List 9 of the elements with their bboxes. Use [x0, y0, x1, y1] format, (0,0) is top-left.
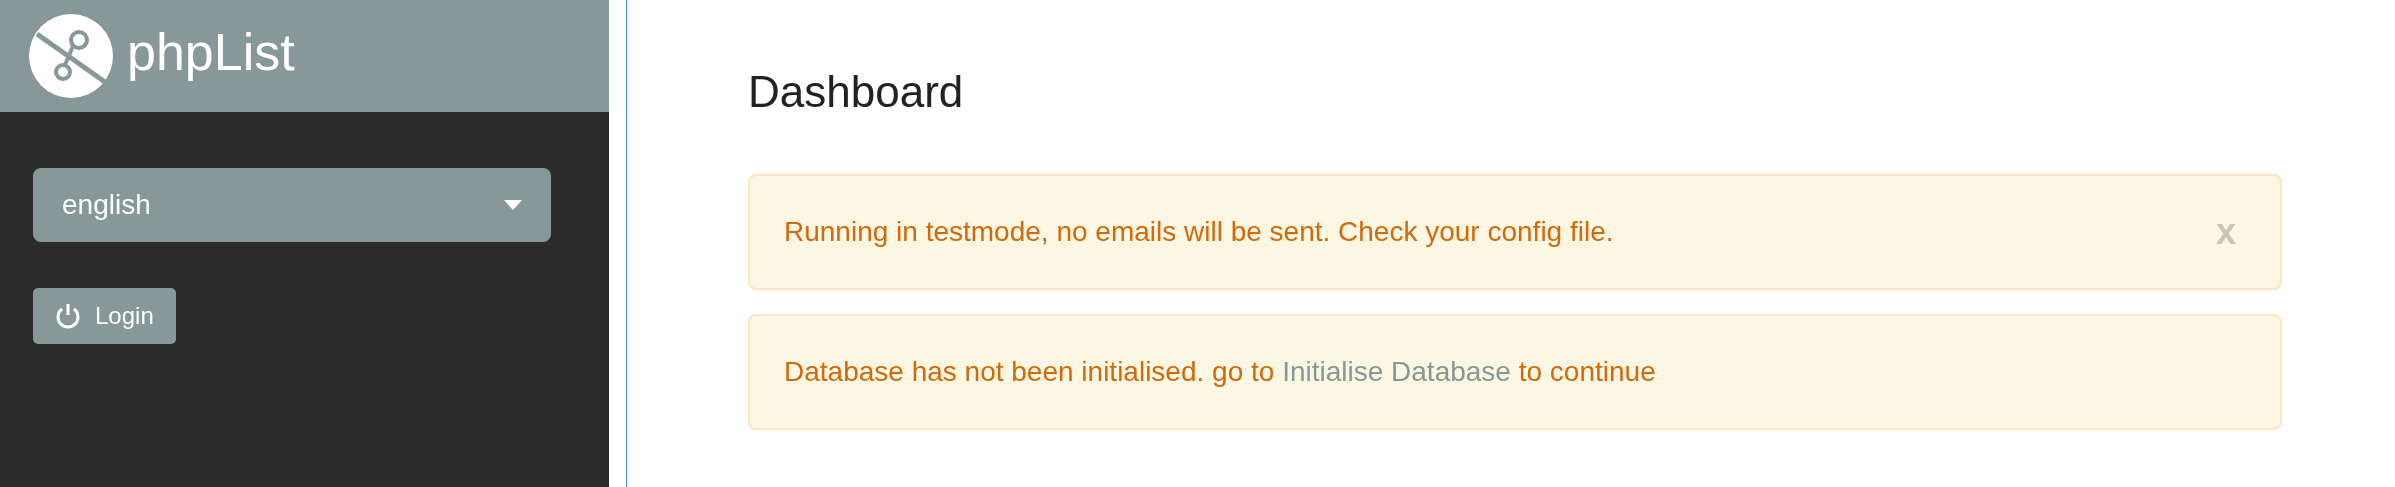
initialise-database-link[interactable]: Initialise Database: [1282, 356, 1511, 387]
page-title: Dashboard: [748, 70, 965, 114]
power-icon: [55, 303, 81, 329]
caret-icon: [504, 200, 522, 210]
logo-icon: [29, 14, 113, 98]
alert-message: Running in testmode, no emails will be sent. Check your config file.: [784, 215, 1614, 249]
language-select[interactable]: english: [33, 168, 551, 242]
login-button[interactable]: Login: [33, 288, 176, 344]
alert-message: Database has not been initialised. go to Initialise Database to continue: [784, 355, 1656, 389]
